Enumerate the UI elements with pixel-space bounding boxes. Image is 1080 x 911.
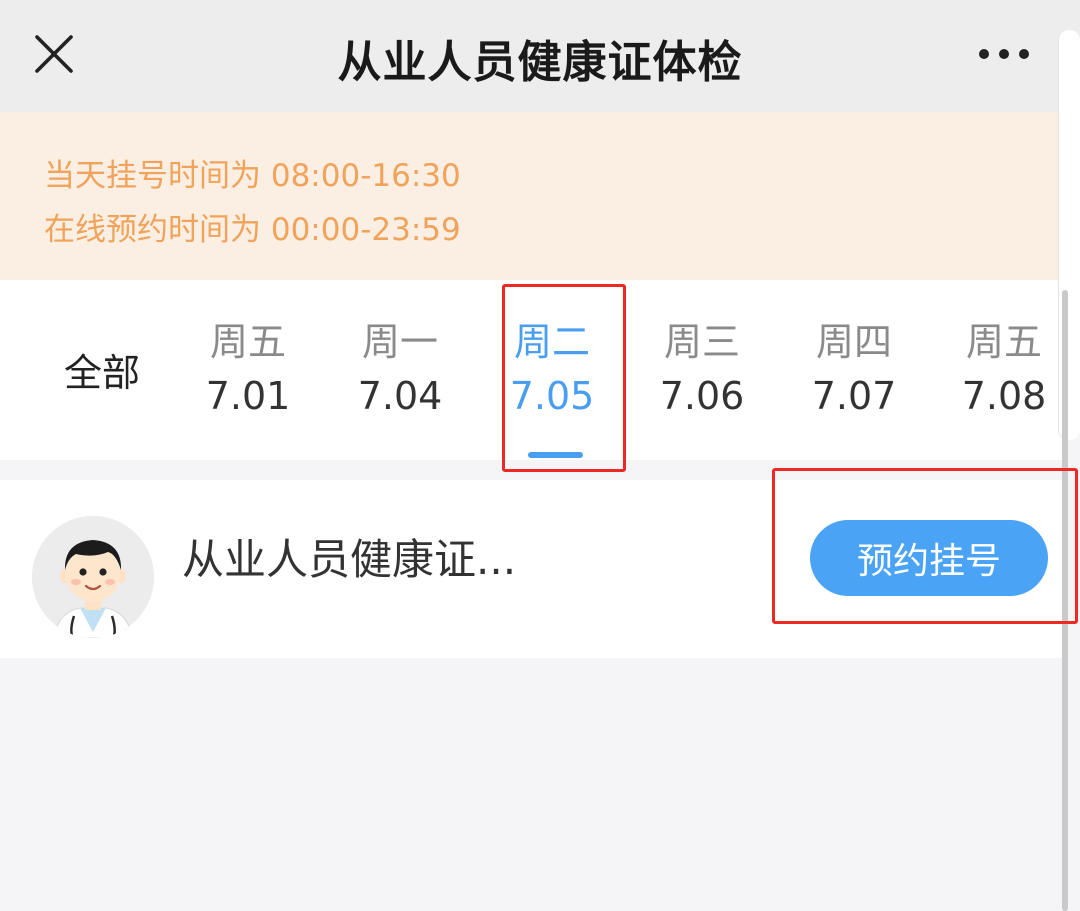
date-tab-date: 7.05	[509, 374, 595, 418]
date-tab-weekday: 周四	[815, 320, 892, 364]
date-tab-date: 7.06	[659, 374, 745, 418]
more-button[interactable]	[968, 28, 1040, 80]
scrollbar-thumb[interactable]	[1062, 290, 1068, 911]
date-tab-date: 7.08	[961, 374, 1047, 418]
date-tab-date: 7.07	[811, 374, 897, 418]
date-tab-0705-selected[interactable]: 周二 7.05	[492, 316, 612, 424]
app-screen: 从业人员健康证体检 当天挂号时间为 08:00-16:30 在线预约时间为 00…	[0, 0, 1080, 911]
header-bar: 从业人员健康证体检	[0, 0, 1080, 112]
doctor-avatar-icon	[32, 516, 154, 638]
book-appointment-button[interactable]: 预约挂号	[810, 520, 1048, 596]
doctor-avatar	[32, 516, 154, 638]
more-dots-icon	[979, 49, 1029, 59]
service-card[interactable]: 从业人员健康证... 预约挂号	[0, 480, 1064, 658]
date-tab-date: 7.01	[205, 374, 291, 418]
date-tab-weekday: 周五	[965, 320, 1042, 364]
date-tab-weekday: 周三	[663, 320, 740, 364]
service-name: 从业人员健康证...	[182, 535, 517, 584]
tab-all[interactable]: 全部	[52, 342, 152, 397]
online-booking-hours-text: 在线预约时间为 00:00-23:59	[44, 212, 461, 248]
active-tab-indicator	[528, 452, 583, 458]
date-tab-weekday: 周五	[209, 320, 286, 364]
date-tab-date: 7.04	[357, 374, 443, 418]
date-tab-0708[interactable]: 周五 7.08	[944, 316, 1064, 424]
date-tab-0701[interactable]: 周五 7.01	[188, 316, 308, 424]
date-tab-0706[interactable]: 周三 7.06	[642, 316, 762, 424]
date-tab-bar: 全部 周五 7.01 周一 7.04 周二 7.05 周三 7.06 周四 7.…	[0, 280, 1064, 460]
registration-hours-text: 当天挂号时间为 08:00-16:30	[44, 158, 461, 194]
date-tab-0704[interactable]: 周一 7.04	[340, 316, 460, 424]
date-tab-weekday: 周二	[513, 320, 590, 364]
date-tab-weekday: 周一	[361, 320, 438, 364]
hours-notice: 当天挂号时间为 08:00-16:30 在线预约时间为 00:00-23:59	[0, 112, 1064, 280]
page-title: 从业人员健康证体检	[337, 37, 743, 88]
date-tab-0707[interactable]: 周四 7.07	[794, 316, 914, 424]
